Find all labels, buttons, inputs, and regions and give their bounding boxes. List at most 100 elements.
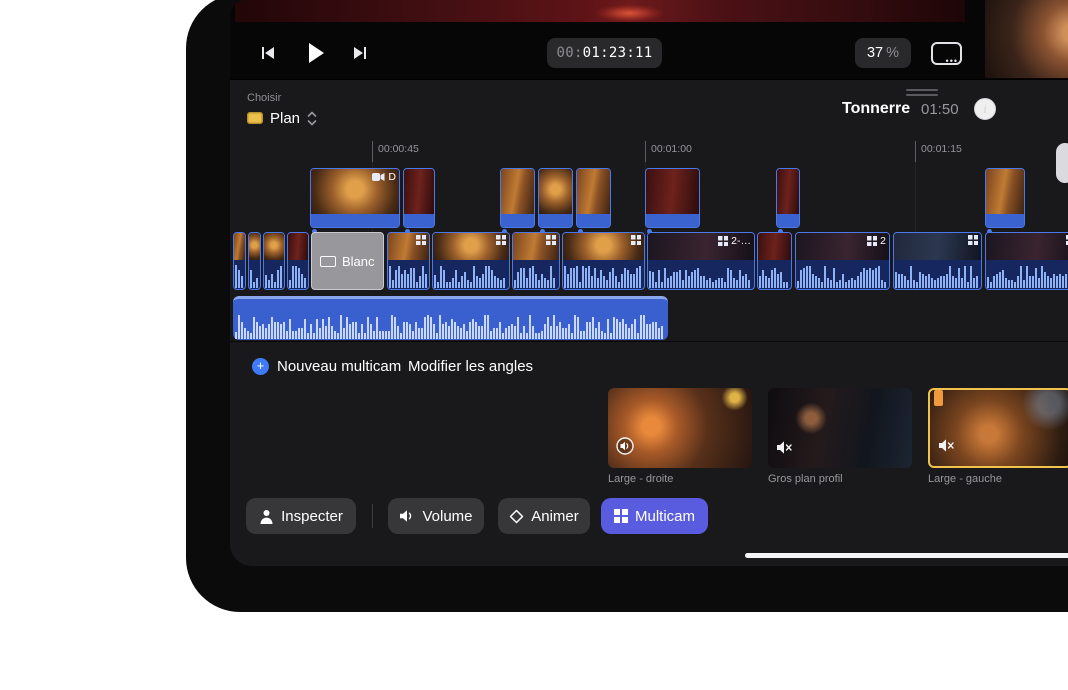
connected-clip[interactable] bbox=[776, 168, 800, 228]
play-icon bbox=[308, 43, 325, 63]
panel-resize-handle[interactable] bbox=[906, 89, 938, 99]
camera-angle-tag: D bbox=[372, 171, 396, 183]
ipad-frame: 00:01:23:11 37 % ••• Choisir Plan Tonner… bbox=[186, 0, 1068, 612]
connected-clip[interactable] bbox=[538, 168, 573, 228]
primary-storyline: Blanc 2-… bbox=[230, 232, 1068, 290]
play-button[interactable] bbox=[304, 42, 328, 64]
new-multicam-label: Nouveau multicam bbox=[277, 358, 401, 375]
zoom-value: 37 bbox=[867, 45, 883, 61]
connected-clip[interactable] bbox=[576, 168, 611, 228]
angle-label: Large - gauche bbox=[928, 473, 1068, 485]
timecode-display[interactable]: 00:01:23:11 bbox=[547, 38, 662, 68]
placeholder-icon bbox=[320, 256, 336, 267]
new-multicam-button[interactable]: + Nouveau multicam bbox=[252, 357, 401, 375]
clip-type-value: Plan bbox=[270, 110, 300, 127]
mute-icon bbox=[938, 438, 955, 453]
multicam-clip[interactable] bbox=[757, 232, 792, 290]
timeline-clip[interactable] bbox=[248, 232, 261, 290]
person-icon bbox=[259, 509, 274, 524]
multicam-clip[interactable] bbox=[985, 232, 1068, 290]
connected-clip[interactable] bbox=[985, 168, 1025, 228]
speaker-icon bbox=[399, 509, 415, 523]
clip-type-icon bbox=[247, 112, 263, 124]
timecode-hours: 00: bbox=[556, 45, 582, 61]
ruler-tick bbox=[915, 141, 916, 162]
angle-preview-thumbnail bbox=[985, 0, 1068, 78]
zoom-unit: % bbox=[886, 45, 899, 61]
multicam-grid-icon bbox=[968, 235, 978, 245]
gap-clip-blanc[interactable]: Blanc bbox=[311, 232, 384, 290]
timeline-clip[interactable] bbox=[287, 232, 309, 290]
skip-forward-icon bbox=[351, 45, 369, 61]
angle-label: Large - droite bbox=[608, 473, 758, 485]
multicam-clip[interactable] bbox=[387, 232, 430, 290]
multicam-grid-icon bbox=[718, 236, 728, 246]
ruler-tick bbox=[645, 141, 646, 162]
more-dots-icon: ••• bbox=[946, 56, 958, 66]
toolbar-divider bbox=[372, 504, 373, 528]
timeline-clip[interactable] bbox=[233, 232, 246, 290]
multicam-clip-label: 2-… bbox=[731, 235, 751, 247]
chevron-updown-icon bbox=[307, 111, 317, 126]
audio-clip[interactable] bbox=[233, 296, 668, 340]
connected-clip[interactable] bbox=[403, 168, 435, 228]
multicam-grid-icon bbox=[496, 235, 506, 245]
plus-icon: + bbox=[252, 358, 269, 375]
skip-back-button[interactable] bbox=[256, 42, 280, 64]
multicam-clip[interactable] bbox=[893, 232, 982, 290]
connected-clip[interactable]: D bbox=[310, 168, 400, 228]
gap-clip-label: Blanc bbox=[342, 254, 375, 269]
connected-clips-row: D bbox=[230, 168, 1068, 228]
skip-back-icon bbox=[259, 45, 277, 61]
info-icon[interactable]: i bbox=[974, 98, 996, 120]
ruler-label: 00:01:00 bbox=[651, 143, 692, 155]
viewer-bar: 00:01:23:11 37 % ••• bbox=[230, 0, 1068, 80]
multicam-clip[interactable] bbox=[512, 232, 560, 290]
zoom-level-control[interactable]: 37 % bbox=[855, 38, 911, 68]
viewer-display-options-icon[interactable]: ••• bbox=[931, 42, 962, 65]
project-duration: 01:50 bbox=[921, 101, 959, 118]
multicam-clip[interactable] bbox=[432, 232, 510, 290]
angle-card-gros-plan[interactable] bbox=[768, 388, 912, 468]
app-screen: 00:01:23:11 37 % ••• Choisir Plan Tonner… bbox=[230, 0, 1068, 566]
grid-icon bbox=[614, 509, 628, 523]
animate-button[interactable]: Animer bbox=[498, 498, 590, 534]
section-divider bbox=[230, 341, 1068, 342]
camera-icon bbox=[372, 172, 385, 182]
audio-monitor-icon bbox=[616, 437, 634, 455]
ruler-tick bbox=[372, 141, 373, 162]
connected-clip[interactable] bbox=[500, 168, 535, 228]
keyframe-icon bbox=[509, 509, 524, 524]
multicam-grid-icon bbox=[867, 236, 877, 246]
clip-type-picker[interactable]: Plan bbox=[247, 108, 317, 128]
home-indicator[interactable] bbox=[745, 553, 1068, 558]
multicam-button[interactable]: Multicam bbox=[601, 498, 708, 534]
multicam-clip-label: 2 bbox=[880, 235, 886, 247]
multicam-label: Multicam bbox=[635, 508, 695, 525]
edit-angles-button[interactable]: Modifier les angles bbox=[408, 358, 533, 375]
ruler-label: 00:00:45 bbox=[378, 143, 419, 155]
multicam-grid-icon bbox=[546, 235, 556, 245]
playhead-marker bbox=[934, 390, 943, 406]
skip-forward-button[interactable] bbox=[348, 42, 372, 64]
inspect-button[interactable]: Inspecter bbox=[246, 498, 356, 534]
connected-clip[interactable] bbox=[645, 168, 700, 228]
multicam-clip[interactable]: 2 bbox=[795, 232, 890, 290]
timecode-value: 01:23:11 bbox=[583, 45, 653, 61]
angle-card-large-droite[interactable] bbox=[608, 388, 752, 468]
inspect-label: Inspecter bbox=[281, 508, 343, 525]
viewer-video-preview bbox=[235, 0, 965, 22]
multicam-clip[interactable] bbox=[562, 232, 645, 290]
multicam-grid-icon bbox=[631, 235, 641, 245]
ruler-label: 00:01:15 bbox=[921, 143, 962, 155]
multicam-clip[interactable]: 2-… bbox=[647, 232, 755, 290]
project-title: Tonnerre bbox=[842, 100, 910, 118]
picker-caption: Choisir bbox=[247, 92, 281, 104]
angle-label: Gros plan profil bbox=[768, 473, 918, 485]
mute-icon bbox=[776, 440, 793, 455]
timeline-clip[interactable] bbox=[263, 232, 285, 290]
volume-button[interactable]: Volume bbox=[388, 498, 484, 534]
angle-card-large-gauche-selected[interactable] bbox=[928, 388, 1068, 468]
animate-label: Animer bbox=[531, 508, 579, 525]
multicam-grid-icon bbox=[416, 235, 426, 245]
